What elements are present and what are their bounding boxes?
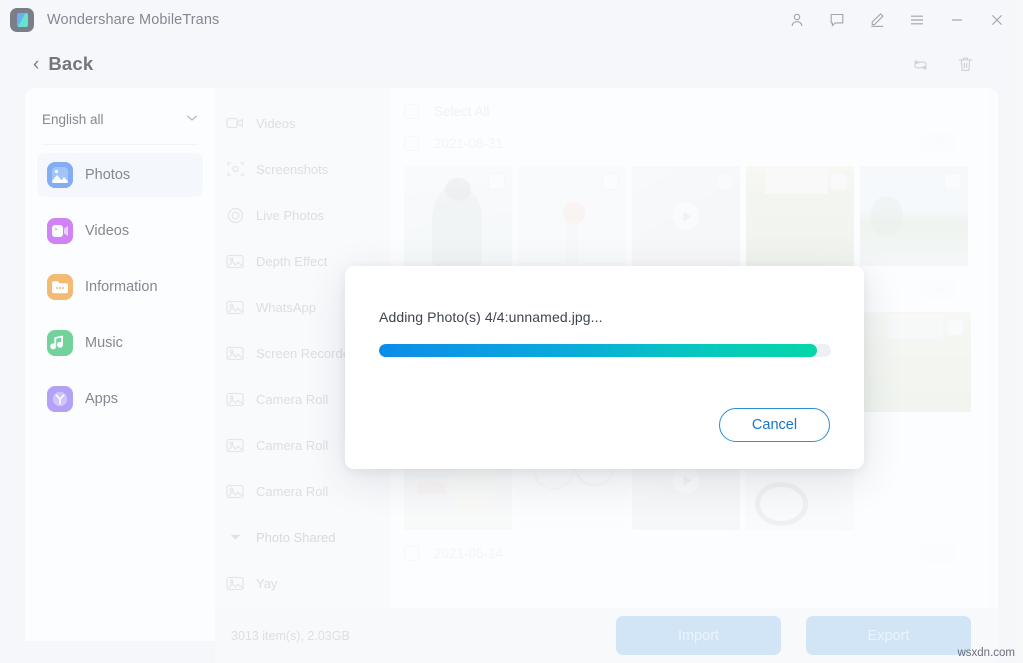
watermark: wsxdn.com	[957, 647, 1015, 659]
progress-bar-fill	[379, 344, 818, 357]
progress-bar-track	[379, 344, 831, 357]
progress-status-text: Adding Photo(s) 4/4:unnamed.jpg...	[379, 309, 603, 325]
cancel-button[interactable]: Cancel	[719, 408, 830, 442]
progress-dialog: Adding Photo(s) 4/4:unnamed.jpg... Cance…	[345, 266, 864, 469]
application-window: Wondershare MobileTrans ‹ Back English a…	[0, 0, 1023, 663]
